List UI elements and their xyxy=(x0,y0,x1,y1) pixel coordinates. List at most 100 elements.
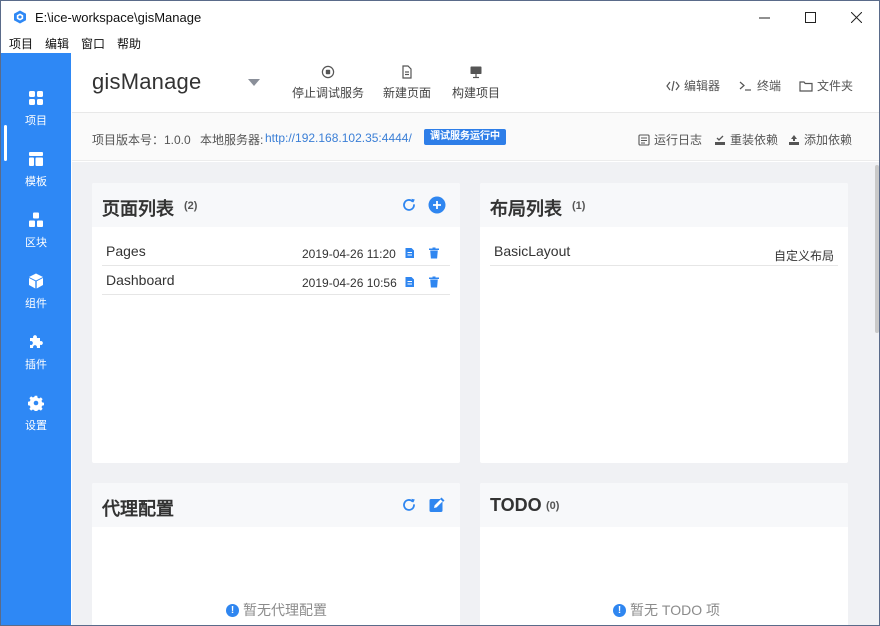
sidebar: 项目 模板 区块 组件 插件 设置 xyxy=(1,53,71,625)
todo-card-header: TODO (0) xyxy=(480,483,848,527)
reinstall-deps-label: 重装依赖 xyxy=(730,133,779,147)
title-bar: E:\ice-workspace\gisManage xyxy=(1,1,879,33)
content-scrollbar[interactable] xyxy=(875,165,879,333)
build-icon xyxy=(470,66,482,79)
page-date: 2019-04-26 11:20 xyxy=(302,247,396,261)
blocks-icon xyxy=(29,212,43,227)
add-dependency-label: 添加依赖 xyxy=(804,133,853,147)
new-page-icon xyxy=(402,65,412,79)
app-logo-icon xyxy=(14,10,26,24)
page-name: Pages xyxy=(106,243,146,259)
todo-card-title: TODO xyxy=(490,495,542,515)
sidebar-item-label: 设置 xyxy=(25,420,47,432)
close-icon xyxy=(850,11,862,23)
log-icon xyxy=(638,133,650,146)
add-page-icon[interactable] xyxy=(428,196,446,214)
stop-debug-label: 停止调试服务 xyxy=(292,86,365,100)
layouts-card-title: 布局列表 xyxy=(490,199,562,219)
open-folder-button[interactable]: 文件夹 xyxy=(799,77,853,94)
sidebar-item-settings[interactable]: 设置 xyxy=(1,386,71,442)
proxy-empty-text: 暂无代理配置 xyxy=(243,602,327,618)
maximize-button[interactable] xyxy=(787,1,833,33)
status-badge: 调试服务运行中 xyxy=(424,129,506,145)
menu-help[interactable]: 帮助 xyxy=(117,35,141,52)
close-button[interactable] xyxy=(833,1,879,33)
build-project-label: 构建项目 xyxy=(452,86,501,100)
folder-icon xyxy=(799,80,813,92)
local-server-link[interactable]: http://192.168.102.35:4444/ xyxy=(265,131,412,145)
pages-card-header: 页面列表 (2) xyxy=(92,183,460,227)
proxy-empty-state: ! 暂无代理配置 xyxy=(226,600,327,620)
page-name: Dashboard xyxy=(106,272,175,288)
open-editor-label: 编辑器 xyxy=(684,79,721,93)
reinstall-icon xyxy=(715,135,725,145)
new-page-label: 新建页面 xyxy=(383,86,432,100)
sidebar-item-label: 插件 xyxy=(25,359,47,371)
menu-bar: 项目 编辑 窗口 帮助 xyxy=(1,33,879,53)
reinstall-deps-button[interactable]: 重装依赖 xyxy=(714,131,778,148)
sidebar-item-label: 区块 xyxy=(25,237,47,249)
proxy-card-header: 代理配置 xyxy=(92,483,460,527)
add-dependency-button[interactable]: 添加依赖 xyxy=(788,131,852,148)
list-item: Pages 2019-04-26 11:20 xyxy=(102,237,450,266)
sidebar-item-label: 项目 xyxy=(25,115,47,127)
project-header: gisManage 停止调试服务 新建页面 构建项目 编辑器 终端 文件夹 xyxy=(72,53,879,113)
info-icon: ! xyxy=(226,603,239,617)
menu-window[interactable]: 窗口 xyxy=(81,35,105,52)
refresh-proxy-icon[interactable] xyxy=(400,496,418,514)
window-title: E:\ice-workspace\gisManage xyxy=(35,9,202,25)
todo-card: TODO (0) ! 暂无 TODO 项 xyxy=(480,483,848,625)
page-date: 2019-04-26 10:56 xyxy=(302,276,397,290)
layouts-count: (1) xyxy=(572,200,586,212)
sidebar-item-template[interactable]: 模板 xyxy=(1,142,71,198)
add-dependency-icon xyxy=(789,134,799,145)
run-log-button[interactable]: 运行日志 xyxy=(638,131,702,148)
new-page-button[interactable]: 新建页面 xyxy=(383,65,431,101)
proxy-card: 代理配置 ! 暂无代理配置 xyxy=(92,483,460,625)
code-icon xyxy=(666,80,680,91)
delete-page-icon[interactable] xyxy=(428,247,440,259)
sidebar-item-label: 组件 xyxy=(25,298,47,310)
todo-count: (0) xyxy=(546,500,560,512)
open-terminal-button[interactable]: 终端 xyxy=(739,77,781,94)
grid-icon xyxy=(29,91,43,105)
edit-page-icon[interactable] xyxy=(404,276,416,288)
pages-card-title: 页面列表 xyxy=(102,199,174,219)
minimize-icon xyxy=(758,17,770,18)
edit-proxy-icon[interactable] xyxy=(428,496,446,514)
app-window: E:\ice-workspace\gisManage 项目 编辑 窗口 帮助 项… xyxy=(0,0,880,626)
project-version: 项目版本号：1.0.0 xyxy=(92,133,191,147)
open-editor-button[interactable]: 编辑器 xyxy=(666,77,720,94)
puzzle-icon xyxy=(30,335,43,348)
terminal-icon xyxy=(739,81,751,91)
list-item: Dashboard 2019-04-26 10:56 xyxy=(102,266,450,295)
sidebar-item-label: 模板 xyxy=(25,176,47,188)
list-item: BasicLayout 自定义布局 xyxy=(490,237,838,266)
layouts-card: 布局列表 (1) BasicLayout 自定义布局 xyxy=(480,183,848,463)
stop-debug-button[interactable]: 停止调试服务 xyxy=(292,65,364,101)
layout-name: BasicLayout xyxy=(494,243,571,259)
sidebar-item-plugins[interactable]: 插件 xyxy=(1,325,71,381)
sidebar-item-project[interactable]: 项目 xyxy=(1,81,71,161)
sidebar-item-components[interactable]: 组件 xyxy=(1,264,71,320)
project-switcher-caret-icon[interactable] xyxy=(248,79,260,86)
project-name: gisManage xyxy=(92,69,202,94)
menu-edit[interactable]: 编辑 xyxy=(45,35,69,52)
menu-project[interactable]: 项目 xyxy=(9,35,33,52)
cube-icon xyxy=(29,273,43,289)
sidebar-item-blocks[interactable]: 区块 xyxy=(1,203,71,259)
project-info-bar: 项目版本号：1.0.0 本地服务器: http://192.168.102.35… xyxy=(72,113,879,161)
minimize-button[interactable] xyxy=(741,1,787,33)
pages-card: 页面列表 (2) Pages 2019-04-26 11:20 Dashboar… xyxy=(92,183,460,463)
open-terminal-label: 终端 xyxy=(757,79,782,93)
run-log-label: 运行日志 xyxy=(654,133,703,147)
build-project-button[interactable]: 构建项目 xyxy=(452,65,500,101)
template-icon xyxy=(29,152,43,166)
refresh-pages-icon[interactable] xyxy=(400,196,418,214)
edit-page-icon[interactable] xyxy=(404,247,416,259)
proxy-card-title: 代理配置 xyxy=(102,499,174,519)
maximize-icon xyxy=(804,11,816,23)
stop-icon xyxy=(321,65,335,79)
content-area: 页面列表 (2) Pages 2019-04-26 11:20 Dashboar… xyxy=(72,162,879,625)
delete-page-icon[interactable] xyxy=(428,276,440,288)
